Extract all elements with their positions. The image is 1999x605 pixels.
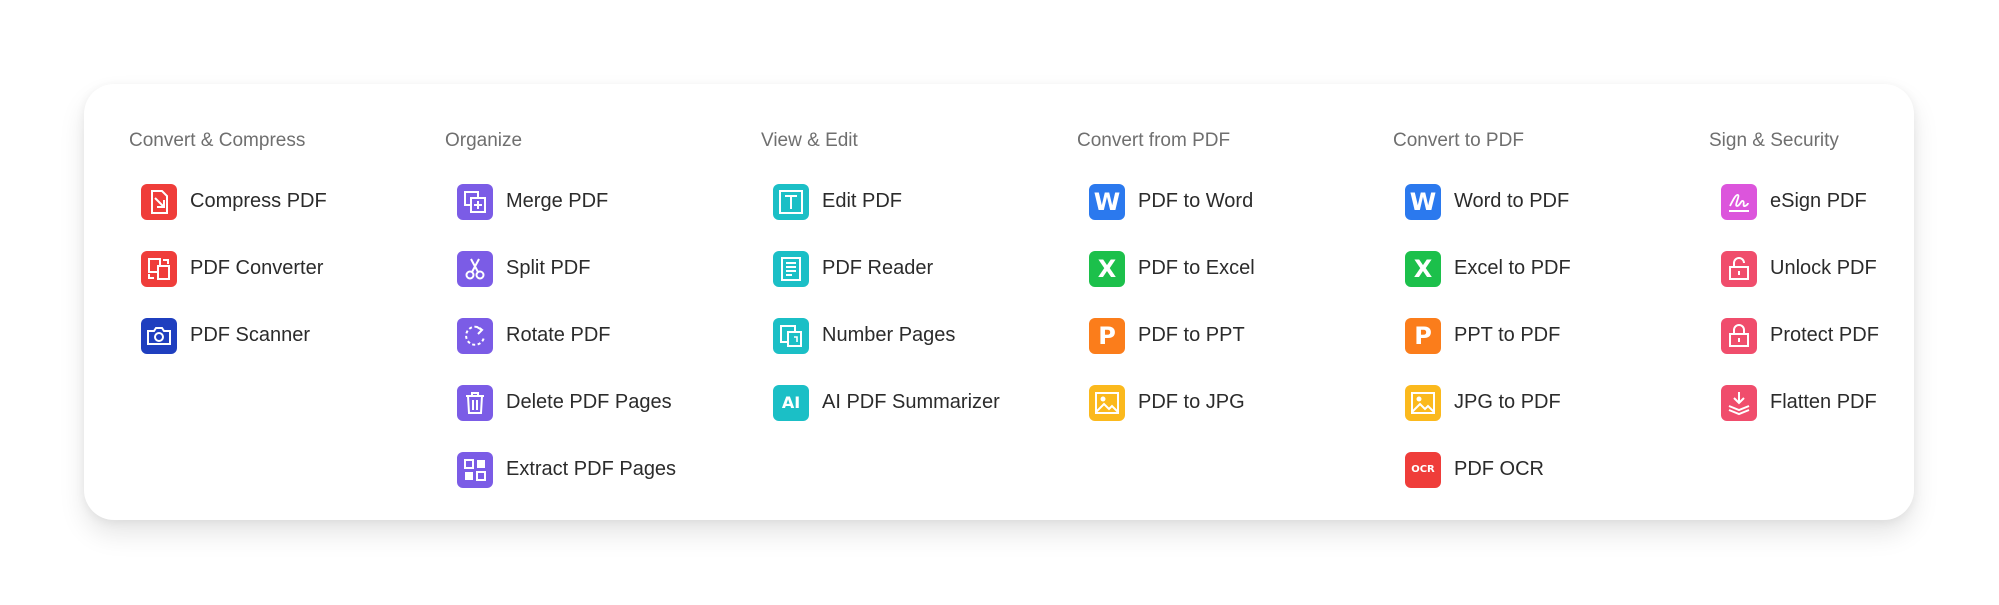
merge-icon: [457, 183, 493, 220]
menu-item-label: Merge PDF: [506, 190, 609, 212]
menu-item-label: Protect PDF: [1770, 324, 1879, 346]
excel-icon-glyph: X: [1097, 254, 1117, 283]
menu-item-label: eSign PDF: [1770, 190, 1867, 212]
menu-item-label: Extract PDF Pages: [506, 458, 677, 480]
menu-item-pdf-to-excel[interactable]: X PDF to Excel: [1089, 235, 1255, 302]
ppt-icon: P: [1405, 317, 1441, 354]
column-sign-security: Sign & Security eSign PDF Unlock PDF Pro…: [1709, 124, 1879, 436]
column-view-edit: View & Edit Edit PDF PDF Reader Number P…: [761, 124, 1000, 436]
menu-item-pdf-converter[interactable]: PDF Converter: [141, 235, 327, 302]
signature-icon: [1721, 183, 1757, 220]
menu-item-label: PDF to Word: [1138, 190, 1254, 212]
excel-icon: X: [1089, 250, 1125, 287]
menu-item-split-pdf[interactable]: Split PDF: [457, 235, 676, 302]
convert-icon: [141, 250, 177, 287]
rotate-icon: [457, 317, 493, 354]
menu-item-protect-pdf[interactable]: Protect PDF: [1721, 302, 1879, 369]
menu-item-ai-pdf-summarizer[interactable]: AI AI PDF Summarizer: [773, 369, 1000, 436]
menu-item-word-to-pdf[interactable]: W Word to PDF: [1405, 168, 1571, 235]
menu-item-pdf-ocr[interactable]: OCR PDF OCR: [1405, 436, 1571, 503]
menu-item-label: PDF Converter: [190, 257, 324, 279]
menu-item-jpg-to-pdf[interactable]: JPG to PDF: [1405, 369, 1571, 436]
column-title: Organize: [445, 130, 523, 151]
column-title: Convert & Compress: [129, 130, 306, 151]
unlock-icon: [1721, 250, 1757, 287]
column-convert-from-pdf: Convert from PDF W PDF to Word X PDF to …: [1077, 124, 1255, 436]
menu-item-flatten-pdf[interactable]: Flatten PDF: [1721, 369, 1879, 436]
menu-item-label: PPT to PDF: [1454, 324, 1561, 346]
column-convert-compress: Convert & Compress Compress PDF PDF Conv…: [129, 124, 327, 369]
menu-item-label: Split PDF: [506, 257, 591, 279]
menu-item-pdf-reader[interactable]: PDF Reader: [773, 235, 1000, 302]
column-title: Convert from PDF: [1077, 130, 1231, 151]
ppt-icon-glyph: P: [1098, 321, 1116, 350]
menu-item-number-pages[interactable]: Number Pages: [773, 302, 1000, 369]
menu-item-label: Excel to PDF: [1454, 257, 1571, 279]
menu-item-pdf-to-jpg[interactable]: PDF to JPG: [1089, 369, 1255, 436]
menu-item-label: Delete PDF Pages: [506, 391, 672, 413]
image-icon: [1405, 384, 1441, 421]
document-icon: [773, 250, 809, 287]
camera-icon: [141, 317, 177, 354]
menu-item-label: Number Pages: [822, 324, 956, 346]
menu-item-label: Compress PDF: [190, 190, 327, 212]
menu-item-unlock-pdf[interactable]: Unlock PDF: [1721, 235, 1879, 302]
menu-item-label: PDF to Excel: [1138, 257, 1255, 279]
menu-item-pdf-to-ppt[interactable]: P PDF to PPT: [1089, 302, 1255, 369]
menu-item-pdf-scanner[interactable]: PDF Scanner: [141, 302, 327, 369]
menu-item-label: Rotate PDF: [506, 324, 611, 346]
ocr-icon: OCR: [1405, 451, 1441, 488]
menu-item-esign-pdf[interactable]: eSign PDF: [1721, 168, 1879, 235]
column-organize: Organize Merge PDF Split PDF Rotate PDF: [445, 124, 676, 503]
column-convert-to-pdf: Convert to PDF W Word to PDF X Excel to …: [1393, 124, 1571, 503]
menu-item-label: PDF OCR: [1454, 458, 1544, 480]
compress-icon: [141, 183, 177, 220]
menu-item-compress-pdf[interactable]: Compress PDF: [141, 168, 327, 235]
menu-item-extract-pdf-pages[interactable]: Extract PDF Pages: [457, 436, 676, 503]
grid-icon: [457, 451, 493, 488]
word-icon: W: [1405, 183, 1441, 220]
word-icon-glyph: W: [1409, 187, 1437, 216]
excel-icon-glyph: X: [1413, 254, 1433, 283]
menu-item-label: JPG to PDF: [1454, 391, 1561, 413]
word-icon: W: [1089, 183, 1125, 220]
menu-item-label: Word to PDF: [1454, 190, 1570, 212]
ai-icon: AI: [773, 384, 809, 421]
menu-item-rotate-pdf[interactable]: Rotate PDF: [457, 302, 676, 369]
ocr-icon-glyph: OCR: [1411, 464, 1435, 475]
menu-item-label: Flatten PDF: [1770, 391, 1877, 413]
lock-icon: [1721, 317, 1757, 354]
scissors-icon: [457, 250, 493, 287]
ai-icon-glyph: AI: [781, 393, 801, 412]
menu-item-label: PDF Scanner: [190, 324, 311, 346]
excel-icon: X: [1405, 250, 1441, 287]
number-pages-icon: [773, 317, 809, 354]
menu-item-edit-pdf[interactable]: Edit PDF: [773, 168, 1000, 235]
text-icon: [773, 183, 809, 220]
trash-icon: [457, 384, 493, 421]
menu-item-excel-to-pdf[interactable]: X Excel to PDF: [1405, 235, 1571, 302]
menu-item-ppt-to-pdf[interactable]: P PPT to PDF: [1405, 302, 1571, 369]
tools-menu-panel: Convert & Compress Compress PDF PDF Conv…: [84, 84, 1914, 520]
menu-item-label: PDF to JPG: [1138, 391, 1245, 413]
column-title: Sign & Security: [1709, 130, 1839, 151]
image-icon: [1089, 384, 1125, 421]
menu-item-label: Unlock PDF: [1770, 257, 1877, 279]
ppt-icon: P: [1089, 317, 1125, 354]
word-icon-glyph: W: [1093, 187, 1121, 216]
menu-item-pdf-to-word[interactable]: W PDF to Word: [1089, 168, 1255, 235]
column-title: Convert to PDF: [1393, 130, 1524, 151]
menu-item-merge-pdf[interactable]: Merge PDF: [457, 168, 676, 235]
menu-item-label: AI PDF Summarizer: [822, 391, 1000, 413]
menu-item-label: PDF to PPT: [1138, 324, 1245, 346]
menu-item-delete-pdf-pages[interactable]: Delete PDF Pages: [457, 369, 676, 436]
page: Convert & Compress Compress PDF PDF Conv…: [0, 0, 1999, 605]
column-title: View & Edit: [761, 130, 858, 151]
menu-item-label: Edit PDF: [822, 190, 903, 212]
flatten-icon: [1721, 384, 1757, 421]
menu-item-label: PDF Reader: [822, 257, 934, 279]
ppt-icon-glyph: P: [1414, 321, 1432, 350]
